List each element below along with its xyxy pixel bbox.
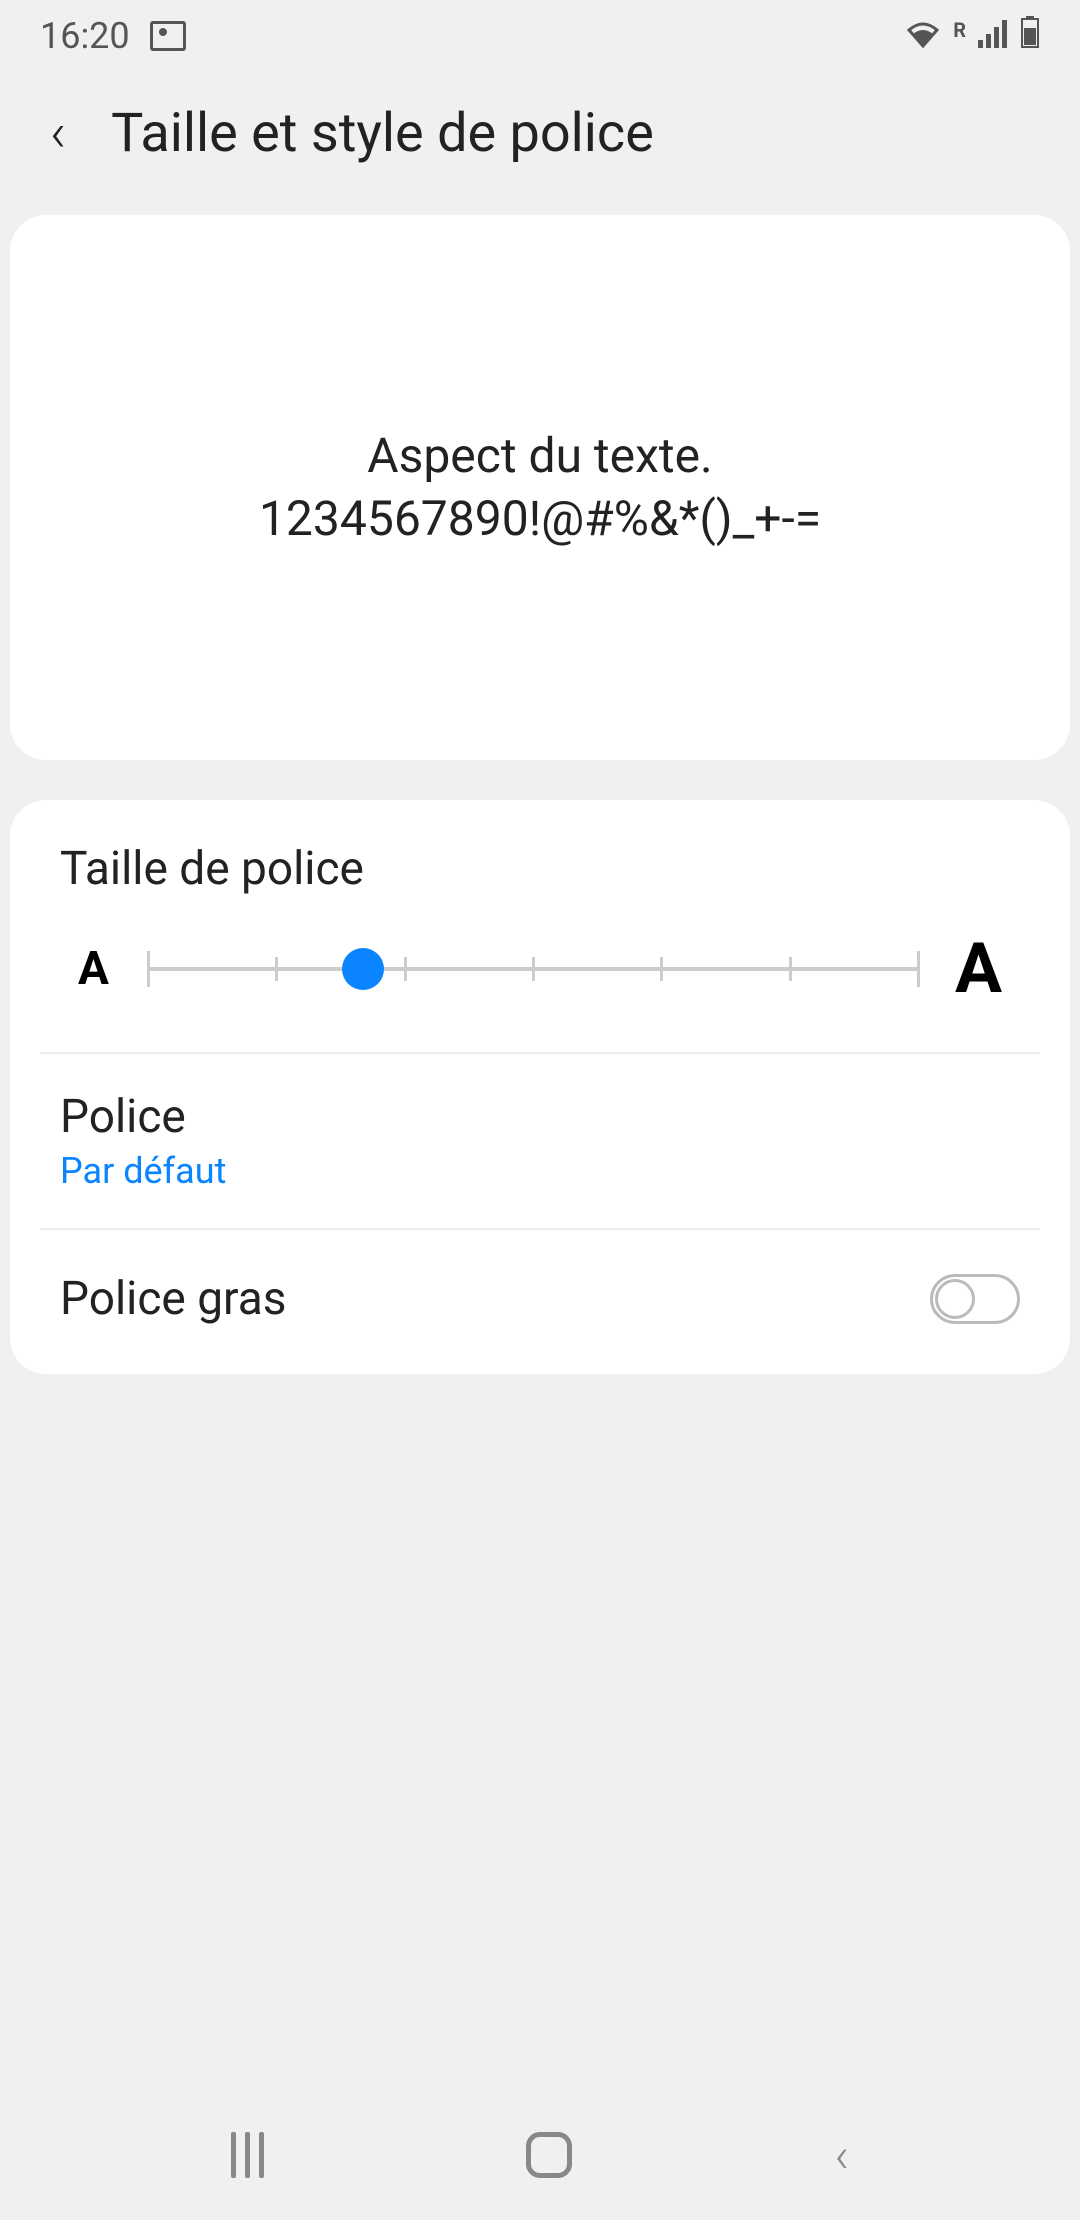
slider-track — [147, 967, 917, 971]
small-a-indicator: A — [78, 942, 109, 996]
preview-text-container: Aspect du texte. 1234567890!@#%&*()_+-= — [259, 425, 821, 550]
status-left: 16:20 — [40, 15, 186, 57]
font-size-slider[interactable] — [147, 949, 917, 989]
wifi-icon — [905, 15, 941, 57]
nav-home-button[interactable] — [526, 2132, 572, 2178]
bold-font-row: Police gras — [10, 1230, 1070, 1374]
signal-icon — [978, 15, 1008, 57]
large-a-indicator: A — [955, 928, 1002, 1010]
page-title: Taille et style de police — [111, 102, 654, 165]
font-style-row[interactable]: Police Par défaut — [10, 1054, 1070, 1228]
battery-icon — [1020, 15, 1040, 57]
font-size-section: Taille de police A A — [10, 800, 1070, 1052]
nav-back-button[interactable]: ‹ — [835, 2127, 849, 2184]
bold-font-toggle[interactable] — [930, 1274, 1020, 1324]
page-header: ‹ Taille et style de police — [0, 72, 1080, 215]
status-time: 16:20 — [40, 15, 130, 57]
preview-text-line2: 1234567890!@#%&*()_+-= — [259, 488, 821, 550]
font-style-label: Police — [60, 1090, 1020, 1144]
font-size-slider-row: A A — [60, 928, 1020, 1010]
picture-icon — [150, 21, 186, 51]
status-bar: 16:20 R — [0, 0, 1080, 72]
slider-thumb[interactable] — [342, 948, 384, 990]
roaming-indicator: R — [953, 18, 966, 42]
toggle-knob — [935, 1279, 975, 1319]
navigation-bar: ‹ — [0, 2090, 1080, 2220]
font-size-label: Taille de police — [60, 842, 1020, 896]
preview-text-line1: Aspect du texte. — [259, 425, 821, 487]
status-right: R — [905, 15, 1040, 57]
font-style-value: Par défaut — [60, 1150, 1020, 1192]
settings-card: Taille de police A A Police Par défaut — [10, 800, 1070, 1374]
back-button[interactable]: ‹ — [50, 102, 66, 165]
nav-recent-button[interactable] — [231, 2132, 264, 2178]
preview-card: Aspect du texte. 1234567890!@#%&*()_+-= — [10, 215, 1070, 760]
bold-font-label: Police gras — [60, 1272, 287, 1326]
